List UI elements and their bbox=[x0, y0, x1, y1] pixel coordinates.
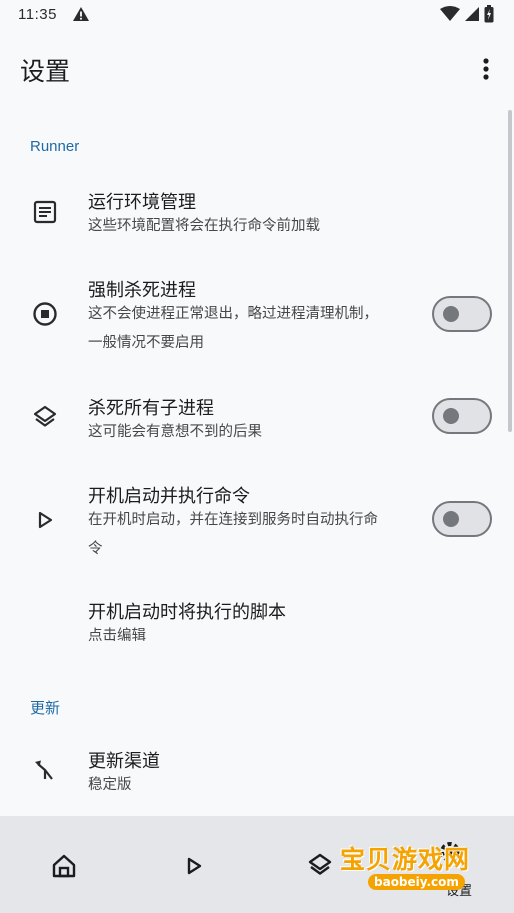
page-title: 设置 bbox=[20, 57, 71, 86]
home-icon[interactable] bbox=[50, 852, 78, 880]
warning-icon bbox=[72, 6, 90, 26]
status-bar: 11:35 bbox=[0, 0, 514, 32]
item-subtitle: 点击编辑 bbox=[88, 628, 146, 644]
item-title: 运行环境管理 bbox=[88, 192, 196, 213]
item-subtitle: 这可能会有意想不到的后果 bbox=[88, 424, 262, 440]
item-title: 强制杀死进程 bbox=[88, 280, 196, 301]
force-kill-toggle[interactable] bbox=[432, 296, 492, 332]
toggle-knob bbox=[443, 408, 459, 424]
layers-icon[interactable] bbox=[306, 852, 334, 880]
section-header-runner: Runner bbox=[30, 138, 80, 155]
settings-item-kill-children[interactable]: 杀死所有子进程 这可能会有意想不到的后果 bbox=[0, 384, 514, 456]
settings-item-boot-run[interactable]: 开机启动并执行命令 在开机时启动，并在连接到服务时自动执行命 令 bbox=[0, 472, 514, 572]
more-vert-icon[interactable] bbox=[474, 54, 498, 84]
article-icon bbox=[32, 199, 58, 225]
watermark-url: baobeiy.com bbox=[368, 874, 465, 890]
item-title: 杀死所有子进程 bbox=[88, 398, 214, 419]
settings-item-boot-script[interactable]: 开机启动时将执行的脚本 点击编辑 bbox=[0, 588, 514, 660]
app-bar: 设置 bbox=[0, 40, 514, 98]
item-subtitle-line2: 一般情况不要启用 bbox=[88, 335, 204, 351]
signal-icon bbox=[464, 6, 480, 26]
settings-item-update-channel[interactable]: 更新渠道 稳定版 bbox=[0, 737, 514, 809]
play-arrow-icon bbox=[32, 507, 58, 533]
item-title: 开机启动时将执行的脚本 bbox=[88, 602, 286, 623]
toggle-knob bbox=[443, 511, 459, 527]
watermark-logo: 宝贝游戏网 baobeiy.com bbox=[340, 826, 490, 896]
item-subtitle-line1: 在开机时启动，并在连接到服务时自动执行命 bbox=[88, 512, 378, 528]
boot-run-toggle[interactable] bbox=[432, 501, 492, 537]
section-header-update: 更新 bbox=[30, 700, 61, 717]
kill-children-toggle[interactable] bbox=[432, 398, 492, 434]
watermark-text: 宝贝游戏网 bbox=[340, 845, 471, 874]
layers-icon bbox=[32, 404, 58, 430]
settings-item-force-kill[interactable]: 强制杀死进程 这不会使进程正常退出，略过进程清理机制， 一般情况不要启用 bbox=[0, 266, 514, 366]
stop-circle-icon bbox=[32, 301, 58, 327]
toggle-knob bbox=[443, 306, 459, 322]
item-subtitle-line1: 这不会使进程正常退出，略过进程清理机制， bbox=[88, 306, 378, 322]
settings-item-env[interactable]: 运行环境管理 这些环境配置将会在执行命令前加载 bbox=[0, 178, 514, 250]
play-arrow-icon[interactable] bbox=[180, 852, 208, 880]
merge-icon bbox=[32, 757, 58, 783]
status-icons bbox=[440, 5, 494, 27]
item-title: 更新渠道 bbox=[88, 751, 160, 772]
item-subtitle: 稳定版 bbox=[88, 777, 132, 793]
item-subtitle-line2: 令 bbox=[88, 541, 103, 557]
item-subtitle: 这些环境配置将会在执行命令前加载 bbox=[88, 218, 320, 234]
wifi-icon bbox=[440, 6, 460, 26]
battery-icon bbox=[484, 5, 494, 27]
item-title: 开机启动并执行命令 bbox=[88, 486, 250, 507]
status-time: 11:35 bbox=[18, 6, 57, 23]
